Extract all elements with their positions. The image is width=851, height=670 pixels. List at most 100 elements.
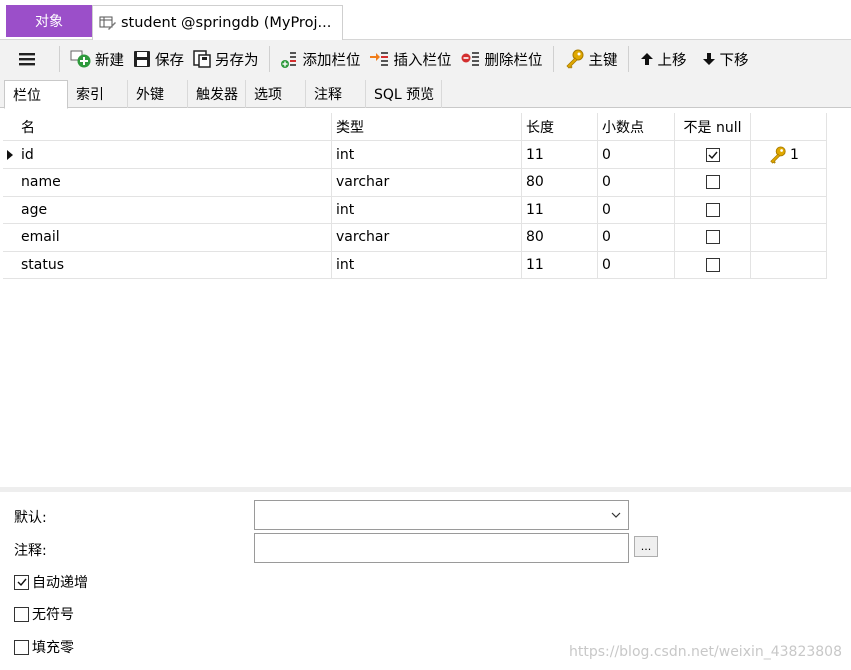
tab-table-design[interactable]: student @springdb (MyProj...	[92, 5, 343, 40]
auto-increment-option[interactable]: 自动递增	[14, 572, 88, 592]
field-type-cell[interactable]: int	[332, 141, 522, 169]
row-indicator	[3, 251, 17, 279]
current-row-arrow-icon	[7, 149, 13, 160]
not-null-checkbox[interactable]	[705, 230, 720, 244]
arrow-down-icon	[702, 53, 715, 65]
comment-label: 注释:	[14, 543, 47, 559]
toolbar-separator	[627, 46, 629, 72]
unsigned-checkbox[interactable]	[14, 606, 29, 622]
field-decimals-cell[interactable]: 0	[598, 141, 675, 169]
chevron-down-icon	[611, 512, 621, 518]
field-type-cell[interactable]: varchar	[332, 223, 522, 252]
move-up-button-label: 上移	[657, 52, 687, 69]
tab-table-design-label: student @springdb (MyProj...	[121, 15, 332, 31]
tab-indexes[interactable]: 索引	[68, 80, 128, 108]
field-type-cell[interactable]: int	[332, 251, 522, 279]
unsigned-option[interactable]: 无符号	[14, 604, 74, 624]
table-row[interactable]: name varchar 80 0	[3, 168, 827, 197]
column-header-not-null[interactable]: 不是 null	[675, 113, 751, 141]
save-as-button[interactable]: 另存为	[188, 44, 263, 74]
field-name-cell[interactable]: id	[17, 141, 332, 169]
column-header-decimals[interactable]: 小数点	[598, 113, 675, 141]
field-key-cell[interactable]	[751, 196, 827, 224]
tab-objects[interactable]: 对象	[6, 5, 92, 37]
move-down-button-label: 下移	[719, 52, 749, 69]
insert-field-button[interactable]: 插入栏位	[365, 44, 456, 74]
field-name-cell[interactable]: name	[17, 168, 332, 197]
toolbar: 新建 保存 另存为 添加栏位 插入栏位 删除栏位 主键 上移 下移	[0, 40, 851, 78]
comment-input[interactable]	[254, 533, 629, 563]
delete-field-icon	[461, 52, 479, 66]
field-type-cell[interactable]: varchar	[332, 168, 522, 197]
table-row[interactable]: age int 11 0	[3, 196, 827, 224]
save-icon	[134, 51, 150, 67]
field-key-cell[interactable]	[751, 168, 827, 197]
column-header-key[interactable]	[751, 113, 827, 141]
tab-options[interactable]: 选项	[246, 80, 306, 108]
unsigned-label: 无符号	[32, 607, 74, 623]
toolbar-separator	[552, 46, 554, 72]
hamburger-icon	[19, 53, 35, 66]
field-length-cell[interactable]: 11	[522, 251, 598, 279]
field-type-cell[interactable]: int	[332, 196, 522, 224]
tab-triggers[interactable]: 触发器	[188, 80, 246, 108]
zerofill-checkbox[interactable]	[14, 639, 29, 655]
move-up-button[interactable]: 上移	[635, 44, 691, 74]
new-button[interactable]: 新建	[66, 44, 128, 74]
field-decimals-cell[interactable]: 0	[598, 251, 675, 279]
save-button[interactable]: 保存	[128, 44, 188, 74]
field-length-cell[interactable]: 11	[522, 196, 598, 224]
table-row[interactable]: id int 11 0 1	[3, 141, 827, 169]
field-length-cell[interactable]: 80	[522, 168, 598, 197]
delete-field-button[interactable]: 删除栏位	[456, 44, 547, 74]
not-null-checkbox[interactable]	[705, 257, 720, 272]
field-name-cell[interactable]: status	[17, 251, 332, 279]
default-select[interactable]	[254, 500, 629, 530]
not-null-checkbox[interactable]	[705, 147, 720, 162]
table-row[interactable]: email varchar 80 0	[3, 223, 827, 252]
primary-key-button[interactable]: 主键	[560, 44, 622, 74]
save-as-button-label: 另存为	[215, 52, 259, 69]
table-edit-icon	[99, 16, 116, 30]
not-null-checkbox[interactable]	[705, 202, 720, 217]
field-key-cell[interactable]: 1	[751, 141, 827, 169]
tab-fields[interactable]: 栏位	[4, 80, 68, 109]
field-key-cell[interactable]	[751, 223, 827, 252]
column-header-length[interactable]: 长度	[522, 113, 598, 141]
tab-comment[interactable]: 注释	[306, 80, 366, 108]
field-length-cell[interactable]: 80	[522, 223, 598, 252]
field-decimals-cell[interactable]: 0	[598, 168, 675, 197]
column-header-type[interactable]: 类型	[332, 113, 522, 141]
insert-field-button-label: 插入栏位	[393, 52, 452, 69]
row-indicator	[3, 196, 17, 224]
add-field-button[interactable]: 添加栏位	[276, 44, 365, 74]
table-row[interactable]: status int 11 0	[3, 251, 827, 279]
grid-header: 名 类型 长度 小数点 不是 null	[3, 113, 827, 141]
not-null-checkbox[interactable]	[705, 175, 720, 189]
field-decimals-cell[interactable]: 0	[598, 223, 675, 252]
row-indicator	[3, 224, 17, 252]
row-indicator	[3, 169, 17, 197]
field-decimals-cell[interactable]: 0	[598, 196, 675, 224]
field-name-cell[interactable]: age	[17, 196, 332, 224]
move-down-button[interactable]: 下移	[697, 44, 753, 74]
add-field-icon	[280, 52, 296, 68]
field-name-cell[interactable]: email	[17, 223, 332, 252]
field-not-null-cell	[675, 141, 751, 169]
field-length-cell[interactable]: 11	[522, 141, 598, 169]
key-icon	[770, 145, 786, 164]
column-header-name[interactable]: 名	[17, 113, 332, 141]
toolbar-separator	[59, 46, 60, 72]
field-key-cell[interactable]	[751, 251, 827, 279]
comment-ellipsis-button[interactable]: ...	[634, 536, 658, 557]
menu-button[interactable]	[0, 44, 53, 74]
auto-increment-label: 自动递增	[32, 575, 88, 591]
row-indicator-header	[3, 113, 17, 141]
zerofill-label: 填充零	[32, 640, 74, 656]
default-label: 默认:	[14, 510, 47, 526]
key-icon	[565, 49, 583, 69]
zerofill-option[interactable]: 填充零	[14, 637, 74, 657]
tab-sql-preview[interactable]: SQL 预览	[366, 80, 442, 108]
auto-increment-checkbox[interactable]	[14, 574, 29, 590]
tab-foreign-keys[interactable]: 外键	[128, 80, 188, 108]
